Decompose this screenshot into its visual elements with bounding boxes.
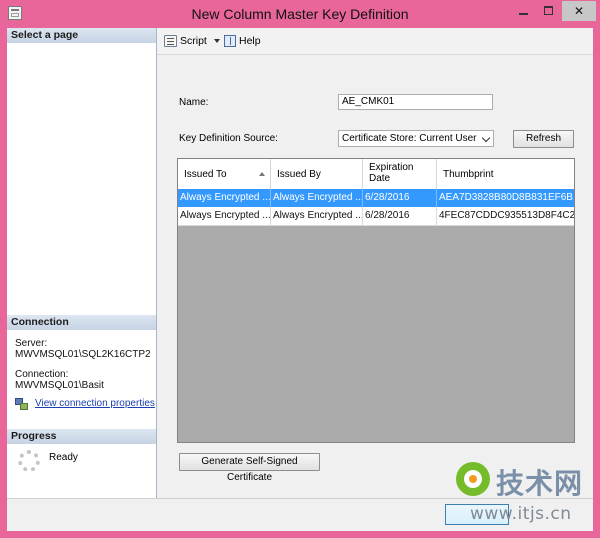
key-source-label: Key Definition Source: bbox=[179, 133, 278, 144]
close-icon: ✕ bbox=[573, 4, 585, 18]
script-icon bbox=[164, 35, 177, 48]
key-source-value: Certificate Store: Current User bbox=[342, 133, 477, 144]
refresh-button[interactable]: Refresh bbox=[513, 130, 574, 148]
connection-value: MWVMSQL01\Basit bbox=[15, 380, 104, 391]
column-header-expiration-date[interactable]: Expiration Date bbox=[363, 159, 437, 189]
watermark-logo-icon bbox=[456, 462, 490, 496]
cell-issued-by: Always Encrypted ... bbox=[271, 207, 363, 225]
progress-spinner-icon bbox=[18, 450, 40, 472]
chevron-down-icon bbox=[481, 133, 491, 143]
help-label: Help bbox=[239, 35, 261, 47]
connection-label: Connection: bbox=[15, 369, 69, 380]
cell-issued-by: Always Encrypted ... bbox=[271, 189, 363, 207]
minimize-button[interactable] bbox=[510, 1, 536, 21]
close-button[interactable]: ✕ bbox=[562, 1, 596, 21]
script-label: Script bbox=[180, 35, 207, 47]
name-label: Name: bbox=[179, 97, 209, 108]
connection-properties-icon bbox=[15, 398, 29, 410]
left-pane: Select a page Connection Server: MWVMSQL… bbox=[7, 28, 157, 498]
table-row[interactable]: Always Encrypted ... Always Encrypted ..… bbox=[178, 189, 574, 207]
watermark-brand: 技术网 bbox=[496, 467, 584, 500]
column-header-thumbprint[interactable]: Thumbprint bbox=[437, 159, 574, 189]
view-connection-properties-link[interactable]: View connection properties bbox=[35, 398, 155, 409]
progress-header: Progress bbox=[7, 429, 156, 444]
watermark-url: www.itjs.cn bbox=[470, 504, 572, 524]
select-page-header: Select a page bbox=[7, 28, 156, 43]
table-row[interactable]: Always Encrypted ... Always Encrypted ..… bbox=[178, 207, 574, 226]
maximize-button[interactable] bbox=[536, 1, 562, 21]
cell-issued-to: Always Encrypted ... bbox=[178, 189, 271, 207]
progress-status: Ready bbox=[49, 452, 78, 463]
help-button[interactable]: Help bbox=[224, 34, 261, 48]
name-input[interactable]: AE_CMK01 bbox=[338, 94, 493, 110]
server-label: Server: bbox=[15, 338, 48, 349]
cell-thumbprint: 4FEC87CDDC935513D8F4C2... bbox=[439, 210, 574, 221]
server-value: MWVMSQL01\SQL2K16CTP2 bbox=[15, 349, 151, 360]
column-header-issued-by[interactable]: Issued By bbox=[271, 159, 363, 189]
cell-expiration: 6/28/2016 bbox=[363, 189, 437, 207]
cell-expiration: 6/28/2016 bbox=[363, 207, 437, 225]
key-source-select[interactable]: Certificate Store: Current User bbox=[338, 130, 494, 147]
cell-issued-to: Always Encrypted ... bbox=[178, 207, 271, 225]
script-dropdown-icon[interactable] bbox=[213, 39, 220, 44]
watermark: 技术网 www.itjs.cn bbox=[452, 456, 592, 532]
help-icon bbox=[224, 35, 236, 48]
grid-header: Issued To Issued By Expiration Date Thum… bbox=[178, 159, 574, 190]
cell-thumbprint: AEA7D3828B80D8B831EF6B... bbox=[439, 192, 574, 203]
toolbar: Script Help bbox=[157, 28, 593, 55]
sort-ascending-icon bbox=[259, 172, 265, 176]
column-header-issued-to[interactable]: Issued To bbox=[178, 159, 271, 189]
certificate-grid[interactable]: Issued To Issued By Expiration Date Thum… bbox=[177, 158, 575, 443]
generate-certificate-button[interactable]: Generate Self-Signed Certificate bbox=[179, 453, 320, 483]
connection-header: Connection bbox=[7, 315, 156, 330]
script-button[interactable]: Script bbox=[164, 34, 220, 48]
title-bar: New Column Master Key Definition ✕ bbox=[0, 0, 600, 28]
